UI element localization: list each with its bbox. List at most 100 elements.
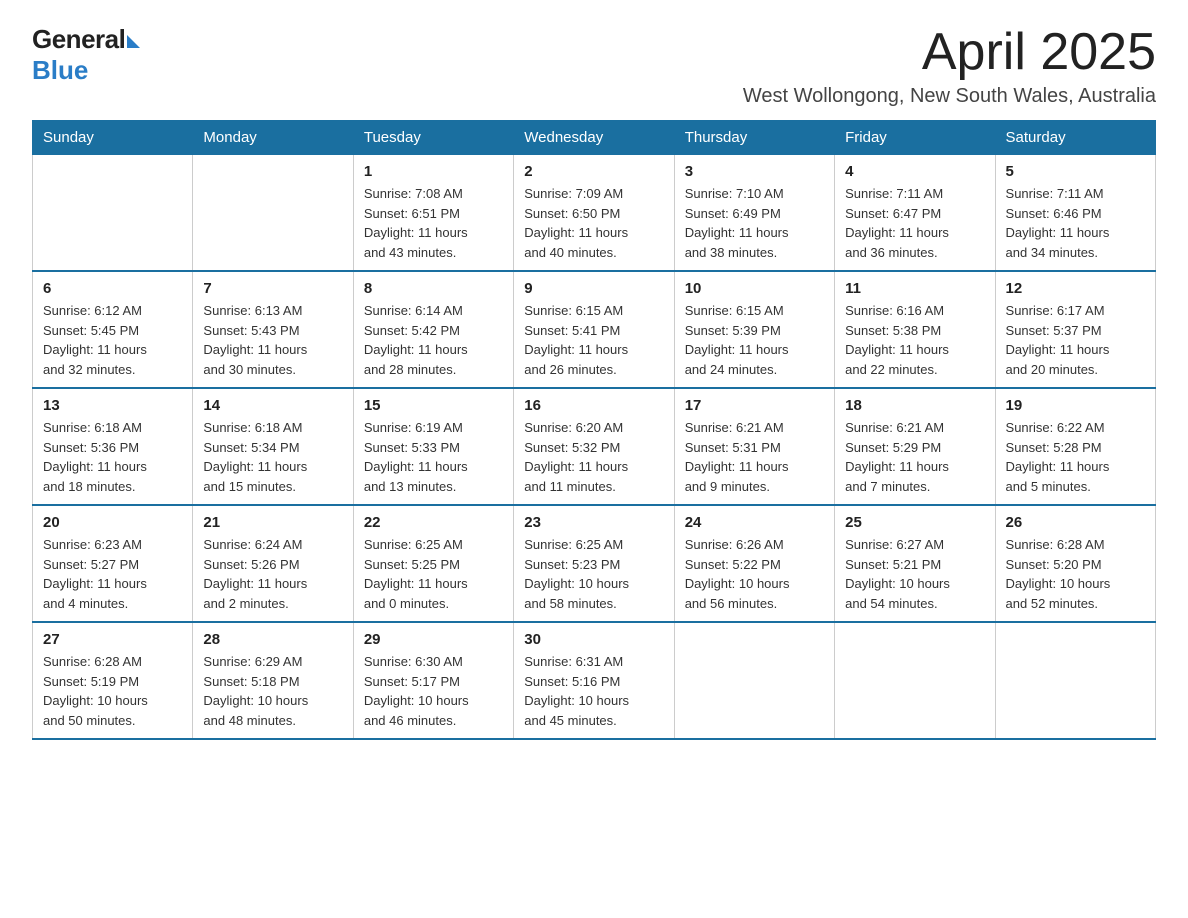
calendar-cell: 9 Sunrise: 6:15 AM Sunset: 5:41 PM Daylig… xyxy=(514,271,674,388)
day-info: Sunrise: 6:17 AM Sunset: 5:37 PM Dayligh… xyxy=(1006,301,1145,379)
day-number: 19 xyxy=(1006,397,1145,414)
day-info: Sunrise: 6:15 AM Sunset: 5:41 PM Dayligh… xyxy=(524,301,663,379)
day-number: 7 xyxy=(203,280,342,297)
calendar-header-row: SundayMondayTuesdayWednesdayThursdayFrid… xyxy=(33,121,1156,155)
day-info: Sunrise: 6:21 AM Sunset: 5:29 PM Dayligh… xyxy=(845,418,984,496)
day-info: Sunrise: 6:31 AM Sunset: 5:16 PM Dayligh… xyxy=(524,652,663,730)
day-number: 14 xyxy=(203,397,342,414)
day-info: Sunrise: 6:16 AM Sunset: 5:38 PM Dayligh… xyxy=(845,301,984,379)
day-info: Sunrise: 7:11 AM Sunset: 6:47 PM Dayligh… xyxy=(845,184,984,262)
day-number: 9 xyxy=(524,280,663,297)
calendar-cell: 13 Sunrise: 6:18 AM Sunset: 5:36 PM Dayli… xyxy=(33,388,193,505)
calendar-cell: 8Sunrise: 6:14 AM Sunset: 5:42 PM Daylig… xyxy=(353,271,513,388)
weekday-header: Monday xyxy=(193,121,353,155)
calendar-cell: 14 Sunrise: 6:18 AM Sunset: 5:34 PM Dayli… xyxy=(193,388,353,505)
day-info: Sunrise: 6:22 AM Sunset: 5:28 PM Dayligh… xyxy=(1006,418,1145,496)
day-number: 16 xyxy=(524,397,663,414)
calendar-cell: 22 Sunrise: 6:25 AM Sunset: 5:25 PM Dayli… xyxy=(353,505,513,622)
calendar-cell: 6 Sunrise: 6:12 AM Sunset: 5:45 PM Daylig… xyxy=(33,271,193,388)
calendar-cell: 18 Sunrise: 6:21 AM Sunset: 5:29 PM Dayli… xyxy=(835,388,995,505)
day-info: Sunrise: 6:24 AM Sunset: 5:26 PM Dayligh… xyxy=(203,535,342,613)
calendar-cell xyxy=(995,622,1155,739)
day-number: 15 xyxy=(364,397,503,414)
day-number: 6 xyxy=(43,280,182,297)
day-number: 29 xyxy=(364,631,503,648)
day-info: Sunrise: 6:28 AM Sunset: 5:20 PM Dayligh… xyxy=(1006,535,1145,613)
day-number: 25 xyxy=(845,514,984,531)
day-number: 17 xyxy=(685,397,824,414)
calendar-cell: 3 Sunrise: 7:10 AM Sunset: 6:49 PM Daylig… xyxy=(674,155,834,272)
day-number: 28 xyxy=(203,631,342,648)
logo-general: General xyxy=(32,24,125,55)
day-number: 21 xyxy=(203,514,342,531)
weekday-header: Thursday xyxy=(674,121,834,155)
calendar-cell: 21 Sunrise: 6:24 AM Sunset: 5:26 PM Dayli… xyxy=(193,505,353,622)
calendar-table: SundayMondayTuesdayWednesdayThursdayFrid… xyxy=(32,120,1156,740)
day-number: 3 xyxy=(685,163,824,180)
day-number: 5 xyxy=(1006,163,1145,180)
title-block: April 2025 West Wollongong, New South Wa… xyxy=(743,24,1156,108)
calendar-cell: 17 Sunrise: 6:21 AM Sunset: 5:31 PM Dayli… xyxy=(674,388,834,505)
calendar-week-row: 6 Sunrise: 6:12 AM Sunset: 5:45 PM Daylig… xyxy=(33,271,1156,388)
day-number: 30 xyxy=(524,631,663,648)
calendar-cell: 4 Sunrise: 7:11 AM Sunset: 6:47 PM Daylig… xyxy=(835,155,995,272)
day-info: Sunrise: 6:15 AM Sunset: 5:39 PM Dayligh… xyxy=(685,301,824,379)
weekday-header: Tuesday xyxy=(353,121,513,155)
day-number: 4 xyxy=(845,163,984,180)
day-number: 26 xyxy=(1006,514,1145,531)
calendar-cell: 10Sunrise: 6:15 AM Sunset: 5:39 PM Dayli… xyxy=(674,271,834,388)
logo-triangle-icon xyxy=(127,35,140,48)
calendar-cell xyxy=(193,155,353,272)
day-info: Sunrise: 6:20 AM Sunset: 5:32 PM Dayligh… xyxy=(524,418,663,496)
calendar-cell: 28 Sunrise: 6:29 AM Sunset: 5:18 PM Dayli… xyxy=(193,622,353,739)
day-number: 24 xyxy=(685,514,824,531)
calendar-cell: 25Sunrise: 6:27 AM Sunset: 5:21 PM Dayli… xyxy=(835,505,995,622)
day-info: Sunrise: 7:11 AM Sunset: 6:46 PM Dayligh… xyxy=(1006,184,1145,262)
day-number: 22 xyxy=(364,514,503,531)
calendar-cell: 29Sunrise: 6:30 AM Sunset: 5:17 PM Dayli… xyxy=(353,622,513,739)
day-info: Sunrise: 6:18 AM Sunset: 5:34 PM Dayligh… xyxy=(203,418,342,496)
calendar-cell: 24 Sunrise: 6:26 AM Sunset: 5:22 PM Dayli… xyxy=(674,505,834,622)
day-number: 2 xyxy=(524,163,663,180)
calendar-cell: 30 Sunrise: 6:31 AM Sunset: 5:16 PM Dayli… xyxy=(514,622,674,739)
day-info: Sunrise: 7:10 AM Sunset: 6:49 PM Dayligh… xyxy=(685,184,824,262)
weekday-header: Sunday xyxy=(33,121,193,155)
weekday-header: Wednesday xyxy=(514,121,674,155)
day-info: Sunrise: 6:25 AM Sunset: 5:25 PM Dayligh… xyxy=(364,535,503,613)
day-number: 12 xyxy=(1006,280,1145,297)
calendar-cell: 12 Sunrise: 6:17 AM Sunset: 5:37 PM Dayli… xyxy=(995,271,1155,388)
calendar-cell: 26 Sunrise: 6:28 AM Sunset: 5:20 PM Dayli… xyxy=(995,505,1155,622)
calendar-cell: 2Sunrise: 7:09 AM Sunset: 6:50 PM Daylig… xyxy=(514,155,674,272)
day-info: Sunrise: 6:18 AM Sunset: 5:36 PM Dayligh… xyxy=(43,418,182,496)
calendar-cell: 16 Sunrise: 6:20 AM Sunset: 5:32 PM Dayli… xyxy=(514,388,674,505)
day-number: 27 xyxy=(43,631,182,648)
calendar-week-row: 27 Sunrise: 6:28 AM Sunset: 5:19 PM Dayli… xyxy=(33,622,1156,739)
day-number: 11 xyxy=(845,280,984,297)
day-number: 13 xyxy=(43,397,182,414)
calendar-cell: 5 Sunrise: 7:11 AM Sunset: 6:46 PM Daylig… xyxy=(995,155,1155,272)
calendar-cell: 11 Sunrise: 6:16 AM Sunset: 5:38 PM Dayli… xyxy=(835,271,995,388)
calendar-week-row: 20Sunrise: 6:23 AM Sunset: 5:27 PM Dayli… xyxy=(33,505,1156,622)
calendar-cell xyxy=(674,622,834,739)
day-info: Sunrise: 6:19 AM Sunset: 5:33 PM Dayligh… xyxy=(364,418,503,496)
weekday-header: Saturday xyxy=(995,121,1155,155)
day-info: Sunrise: 6:21 AM Sunset: 5:31 PM Dayligh… xyxy=(685,418,824,496)
day-number: 20 xyxy=(43,514,182,531)
calendar-cell: 1Sunrise: 7:08 AM Sunset: 6:51 PM Daylig… xyxy=(353,155,513,272)
calendar-cell xyxy=(835,622,995,739)
day-info: Sunrise: 6:14 AM Sunset: 5:42 PM Dayligh… xyxy=(364,301,503,379)
day-info: Sunrise: 6:28 AM Sunset: 5:19 PM Dayligh… xyxy=(43,652,182,730)
calendar-title: April 2025 xyxy=(743,24,1156,81)
day-number: 18 xyxy=(845,397,984,414)
day-info: Sunrise: 6:13 AM Sunset: 5:43 PM Dayligh… xyxy=(203,301,342,379)
day-info: Sunrise: 6:26 AM Sunset: 5:22 PM Dayligh… xyxy=(685,535,824,613)
calendar-cell: 7 Sunrise: 6:13 AM Sunset: 5:43 PM Daylig… xyxy=(193,271,353,388)
day-number: 23 xyxy=(524,514,663,531)
calendar-cell xyxy=(33,155,193,272)
day-info: Sunrise: 6:12 AM Sunset: 5:45 PM Dayligh… xyxy=(43,301,182,379)
day-info: Sunrise: 6:25 AM Sunset: 5:23 PM Dayligh… xyxy=(524,535,663,613)
calendar-cell: 27 Sunrise: 6:28 AM Sunset: 5:19 PM Dayli… xyxy=(33,622,193,739)
logo: General Blue xyxy=(32,24,140,86)
day-info: Sunrise: 6:29 AM Sunset: 5:18 PM Dayligh… xyxy=(203,652,342,730)
calendar-location: West Wollongong, New South Wales, Austra… xyxy=(743,85,1156,108)
